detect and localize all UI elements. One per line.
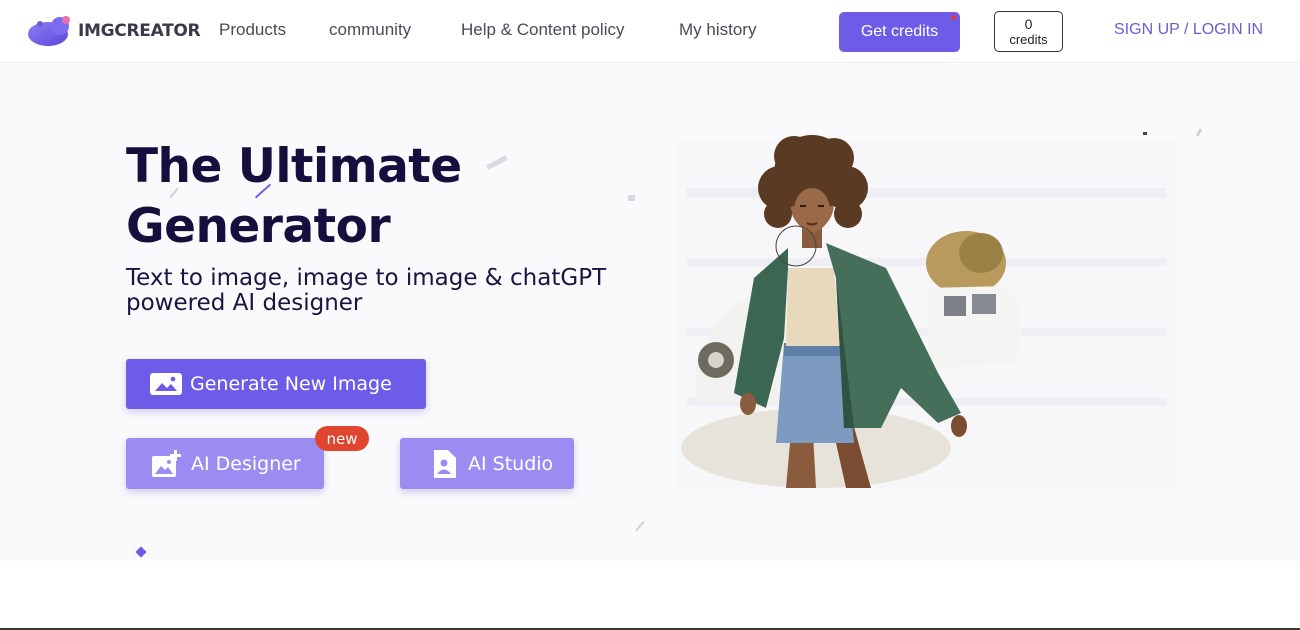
- nav-help-content-policy[interactable]: Help & Content policy: [461, 20, 624, 40]
- ai-designer-label: AI Designer: [191, 452, 301, 475]
- get-credits-button[interactable]: Get credits: [839, 12, 960, 52]
- credits-label: credits: [1009, 31, 1048, 47]
- hero-illustration: [676, 128, 1176, 490]
- hero-title-line2: Generator: [126, 199, 391, 254]
- hero-subtitle-line1: Text to image, image to image & chatGPT: [126, 265, 607, 291]
- hero-title-line1: The Ultimate: [126, 139, 462, 194]
- generate-new-image-label: Generate New Image: [190, 373, 392, 395]
- hero-subtitle-line2: powered AI designer: [126, 290, 363, 316]
- notification-dot: [951, 15, 956, 20]
- portrait-icon: [428, 449, 460, 478]
- get-credits-label: Get credits: [860, 23, 939, 40]
- hero-title: The Ultimate Generator: [126, 137, 462, 257]
- logo-blob-icon: [26, 14, 74, 48]
- new-badge: new: [315, 426, 369, 451]
- signup-login-link[interactable]: SIGN UP / LOGIN IN: [1114, 21, 1263, 39]
- generate-new-image-button[interactable]: Generate New Image: [126, 359, 426, 409]
- ai-studio-button[interactable]: AI Studio: [400, 438, 574, 489]
- confetti-decoration: [628, 195, 635, 201]
- credits-count: 0: [1024, 15, 1033, 32]
- hero-subtitle: Text to image, image to image & chatGPT …: [126, 266, 666, 316]
- ai-designer-button[interactable]: AI Designer: [126, 438, 324, 489]
- image-add-icon: [151, 449, 183, 477]
- nav-community[interactable]: community: [329, 20, 411, 40]
- logo[interactable]: IMGCREATOR: [26, 14, 201, 48]
- credits-balance[interactable]: 0 credits: [994, 11, 1063, 52]
- ai-studio-label: AI Studio: [468, 452, 554, 475]
- top-nav-bar: IMGCREATOR Products community Help & Con…: [0, 0, 1300, 63]
- nav-products[interactable]: Products: [219, 20, 286, 40]
- image-icon: [150, 372, 182, 396]
- logo-text: IMGCREATOR: [78, 21, 201, 41]
- nav-my-history[interactable]: My history: [679, 20, 756, 40]
